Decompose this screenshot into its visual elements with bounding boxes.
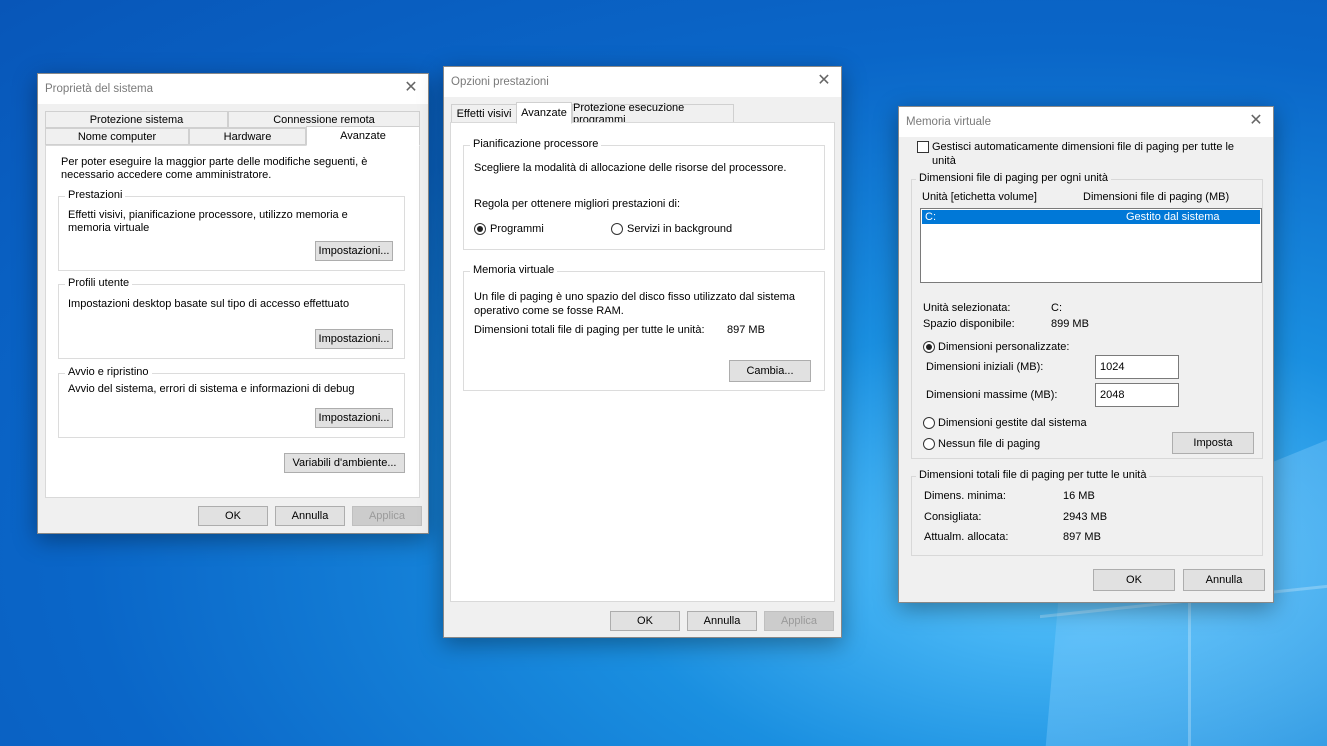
tab-data-execution-prevention[interactable]: Protezione esecuzione programmi [572,102,734,126]
change-virtual-memory-button[interactable]: Cambia... [729,360,811,382]
close-icon[interactable]: ✕ [403,80,419,96]
startup-recovery-settings-button[interactable]: Impostazioni... [315,408,393,428]
initial-size-input[interactable] [1095,355,1179,379]
ok-button[interactable]: OK [198,506,268,526]
user-profiles-description: Impostazioni desktop basate sul tipo di … [68,298,350,310]
radio-programs-label: Programmi [490,223,544,235]
allocated-size-value: 897 MB [1063,531,1101,543]
adjust-performance-label: Regola per ottenere migliori prestazioni… [474,198,681,210]
cancel-button[interactable]: Annulla [275,506,345,526]
advanced-tab-panel: Pianificazione processore Scegliere la m… [450,122,835,602]
paging-size-cell: Gestito dal sistema [1126,211,1220,223]
window-title: Memoria virtuale [906,116,991,128]
window-title: Opzioni prestazioni [451,76,549,88]
performance-label: Prestazioni [65,189,126,201]
window-title: Proprietà del sistema [45,83,154,95]
totals-group: Dimensioni totali file di paging per tut… [911,469,1263,556]
processor-scheduling-group: Pianificazione processore Scegliere la m… [463,138,825,250]
virtual-memory-total-value: 897 MB [727,324,765,336]
cancel-button[interactable]: Annulla [1183,569,1265,591]
processor-scheduling-label: Pianificazione processore [470,138,602,150]
performance-options-titlebar[interactable]: Opzioni prestazioni ✕ [444,67,841,97]
performance-group: Prestazioni Effetti visivi, pianificazio… [58,189,405,271]
auto-manage-paging-checkbox[interactable] [917,141,929,153]
processor-scheduling-description: Scegliere la modalità di allocazione del… [474,162,787,174]
radio-custom-size-label: Dimensioni personalizzate: [938,341,1070,353]
per-drive-group: Dimensioni file di paging per ogni unità… [911,172,1263,459]
performance-settings-button[interactable]: Impostazioni... [315,241,393,261]
tab-hardware[interactable]: Hardware [189,128,306,145]
radio-system-managed-label: Dimensioni gestite dal sistema [938,417,1087,429]
allocated-size-label: Attualm. allocata: [924,531,1009,543]
radio-no-paging-file[interactable] [923,438,935,450]
environment-variables-button[interactable]: Variabili d'ambiente... [284,453,405,473]
user-profiles-label: Profili utente [65,277,133,289]
virtual-memory-description: Un file di paging è uno spazio del disco… [474,291,796,317]
selected-drive-value: C: [1051,302,1062,314]
ok-button[interactable]: OK [1093,569,1175,591]
tab-computer-name[interactable]: Nome computer [45,128,189,145]
recommended-size-label: Consigliata: [924,511,982,523]
advanced-tab-panel: Per poter eseguire la maggior parte dell… [45,145,420,498]
apply-button[interactable]: Applica [764,611,834,631]
initial-size-label: Dimensioni iniziali (MB): [926,361,1044,373]
tab-advanced[interactable]: Avanzate [306,126,420,146]
close-icon[interactable]: ✕ [816,73,832,89]
free-space-label: Spazio disponibile: [923,318,1015,330]
cancel-button[interactable]: Annulla [687,611,757,631]
virtual-memory-total-label: Dimensioni totali file di paging per tut… [474,324,705,336]
radio-programs[interactable] [474,223,486,235]
user-profiles-group: Profili utente Impostazioni desktop basa… [58,277,405,359]
virtual-memory-titlebar[interactable]: Memoria virtuale ✕ [899,107,1273,137]
column-header-paging-size: Dimensioni file di paging (MB) [1083,191,1230,203]
radio-no-paging-file-label: Nessun file di paging [938,438,1041,450]
auto-manage-paging-label: Gestisci automaticamente dimensioni file… [932,141,1235,167]
tab-system-protection[interactable]: Protezione sistema [45,111,228,128]
free-space-value: 899 MB [1051,318,1089,330]
radio-system-managed[interactable] [923,417,935,429]
admin-notice: Per poter eseguire la maggior parte dell… [61,156,368,181]
column-header-drive: Unità [etichetta volume] [922,191,1037,203]
startup-recovery-group: Avvio e ripristino Avvio del sistema, er… [58,366,405,438]
startup-recovery-description: Avvio del sistema, errori di sistema e i… [68,383,355,395]
recommended-size-value: 2943 MB [1063,511,1108,523]
table-row[interactable]: C: Gestito dal sistema [922,210,1260,224]
system-properties-titlebar[interactable]: Proprietà del sistema ✕ [38,74,428,104]
radio-background-services-label: Servizi in background [627,223,733,235]
performance-description: Effetti visivi, pianificazione processor… [68,209,348,234]
max-size-label: Dimensioni massime (MB): [926,389,1058,401]
ok-button[interactable]: OK [610,611,680,631]
performance-options-window: Opzioni prestazioni ✕ Effetti visivi Ava… [443,66,842,638]
apply-button[interactable]: Applica [352,506,422,526]
drive-cell: C: [925,211,936,223]
radio-background-services[interactable] [611,223,623,235]
minimum-size-value: 16 MB [1063,490,1095,502]
user-profiles-settings-button[interactable]: Impostazioni... [315,329,393,349]
startup-recovery-label: Avvio e ripristino [65,366,152,378]
max-size-input[interactable] [1095,383,1179,407]
per-drive-label: Dimensioni file di paging per ogni unità [916,172,1111,184]
selected-drive-label: Unità selezionata: [923,302,1011,314]
system-properties-window: Proprietà del sistema ✕ Protezione siste… [37,73,429,534]
minimum-size-label: Dimens. minima: [924,490,1006,502]
virtual-memory-label: Memoria virtuale [470,264,558,276]
tab-visual-effects[interactable]: Effetti visivi [451,104,517,123]
totals-label: Dimensioni totali file di paging per tut… [916,469,1150,481]
set-button[interactable]: Imposta [1172,432,1254,454]
close-icon[interactable]: ✕ [1248,113,1264,129]
tab-advanced[interactable]: Avanzate [516,102,572,124]
virtual-memory-group: Memoria virtuale Un file di paging è uno… [463,264,825,391]
virtual-memory-window: Memoria virtuale ✕ Gestisci automaticame… [898,106,1274,603]
radio-custom-size[interactable] [923,341,935,353]
drive-list[interactable]: C: Gestito dal sistema [920,208,1262,283]
